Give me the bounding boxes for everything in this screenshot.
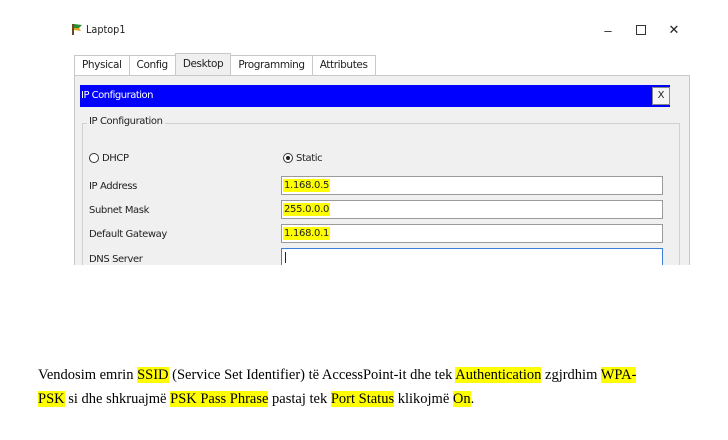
minimize-button[interactable]: – (594, 20, 622, 40)
highlight-ssid: SSID (137, 366, 169, 383)
close-button[interactable]: ✕ (660, 20, 688, 40)
instruction-paragraph: Vendosim emrin SSID (Service Set Identif… (38, 363, 718, 411)
dns-server-label: DNS Server (89, 254, 143, 265)
tab-bar: Physical Config Desktop Programming Attr… (74, 53, 376, 76)
window-title: Laptop1 (86, 23, 126, 36)
text-caret (285, 252, 286, 263)
dhcp-radio[interactable] (89, 153, 99, 163)
instruction-text: klikojmë (394, 390, 453, 407)
window-titlebar[interactable]: Laptop1 – ✕ (66, 14, 696, 46)
ip-configuration-group-label: IP Configuration (87, 116, 165, 127)
dns-server-input[interactable] (281, 248, 663, 265)
instruction-text: zgjrdhim (541, 366, 601, 383)
static-label: Static (296, 153, 323, 164)
tab-attributes[interactable]: Attributes (311, 55, 376, 75)
highlight-wpa: WPA- (600, 366, 637, 383)
ip-configuration-close-button[interactable]: X (652, 87, 670, 105)
default-gateway-input[interactable]: 1.168.0.1 (281, 224, 663, 243)
tab-physical[interactable]: Physical (74, 55, 130, 75)
ip-configuration-title-bar: IP Configuration (80, 85, 670, 107)
instruction-text: . (470, 390, 475, 407)
highlight-psk-pass-phrase: PSK Pass Phrase (170, 390, 269, 407)
highlight-on: On (452, 390, 471, 407)
instruction-text: (Service Set Identifier) të AccessPoint-… (168, 366, 456, 383)
laptop-window: Laptop1 – ✕ Physical Config Desktop Prog… (66, 14, 696, 265)
highlight-port-status: Port Status (330, 390, 395, 407)
tab-programming[interactable]: Programming (230, 55, 313, 75)
ip-address-label: IP Address (89, 181, 137, 192)
ip-address-value: 1.168.0.5 (283, 179, 331, 192)
subnet-mask-input[interactable]: 255.0.0.0 (281, 200, 663, 219)
laptop-app-icon (72, 24, 82, 35)
ip-configuration-title: IP Configuration (81, 90, 153, 101)
highlight-authentication: Authentication (455, 366, 542, 383)
subnet-mask-label: Subnet Mask (89, 205, 149, 216)
instruction-text: si dhe shkruajmë (64, 390, 171, 407)
instruction-text: pastaj tek (268, 390, 331, 407)
subnet-mask-value: 255.0.0.0 (283, 203, 331, 216)
instruction-text: Vendosim emrin (38, 366, 138, 383)
tab-desktop[interactable]: Desktop (174, 53, 232, 75)
highlight-psk: PSK (38, 390, 65, 407)
dhcp-label: DHCP (102, 153, 129, 164)
desktop-tab-content: IP Configuration X IP Configuration DHCP… (74, 75, 690, 265)
default-gateway-value: 1.168.0.1 (283, 227, 331, 240)
maximize-icon (636, 25, 646, 35)
maximize-button[interactable] (627, 20, 655, 40)
ip-address-input[interactable]: 1.168.0.5 (281, 176, 663, 195)
static-radio[interactable] (283, 153, 293, 163)
default-gateway-label: Default Gateway (89, 229, 167, 240)
tab-config[interactable]: Config (128, 55, 176, 75)
